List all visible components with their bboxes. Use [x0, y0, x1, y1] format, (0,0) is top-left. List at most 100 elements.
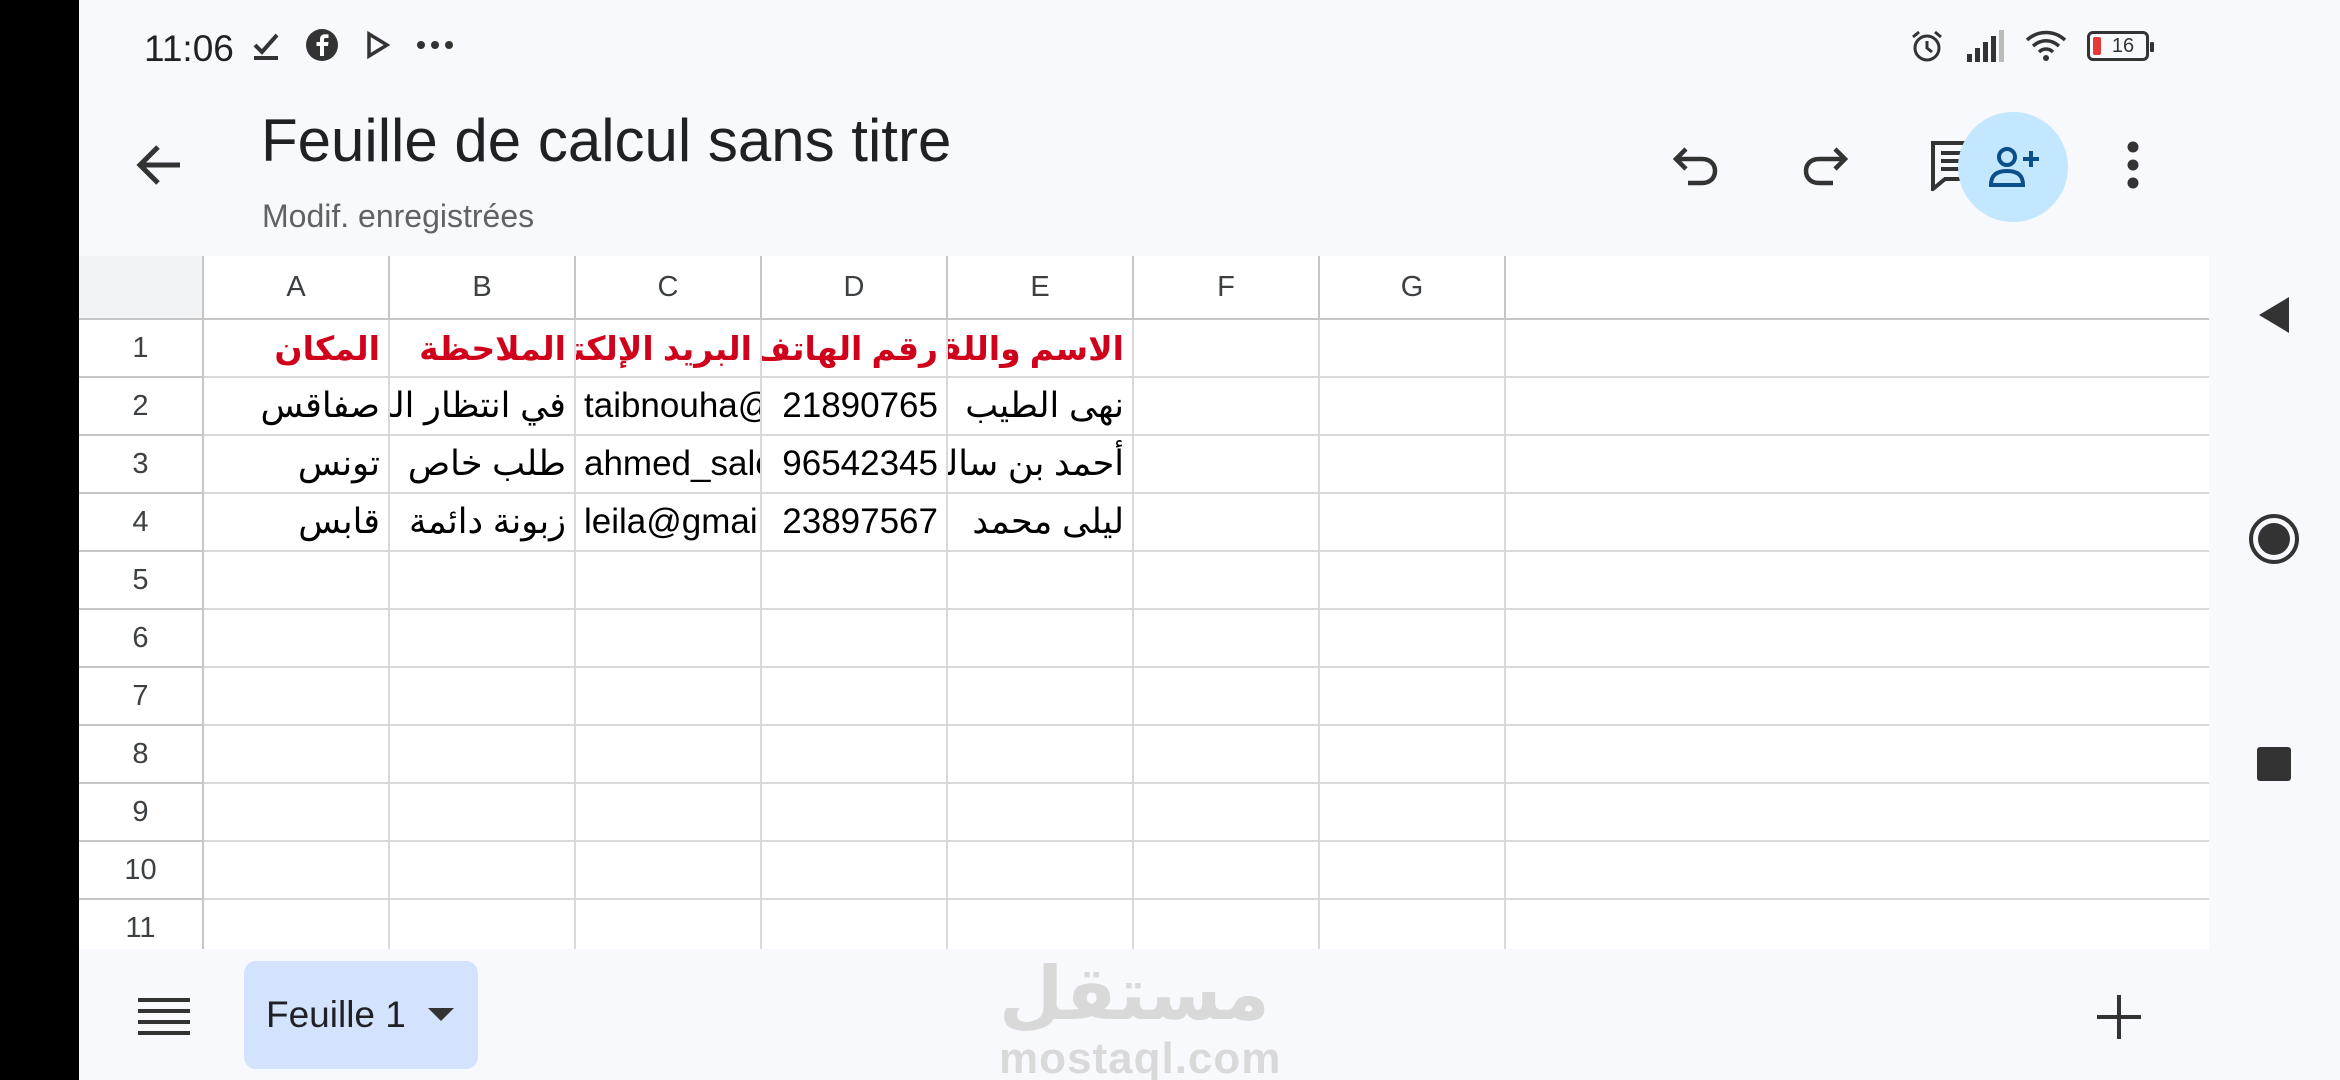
row-header-9[interactable]: 9 [79, 784, 204, 842]
cell-a6[interactable] [204, 610, 390, 668]
cell-d7[interactable] [762, 668, 948, 726]
row-header-4[interactable]: 4 [79, 494, 204, 552]
cell-d5[interactable] [762, 552, 948, 610]
cell-b2[interactable]: في انتظار الدفع [390, 378, 576, 436]
cell-e9[interactable] [948, 784, 1134, 842]
cell-g2[interactable] [1320, 378, 1506, 436]
cell-c1[interactable]: البريد الإلكتروني [576, 320, 762, 378]
nav-home-button[interactable] [2244, 509, 2304, 569]
cell-e11[interactable] [948, 900, 1134, 949]
cell-f6[interactable] [1134, 610, 1320, 668]
cell-g7[interactable] [1320, 668, 1506, 726]
cell-d11[interactable] [762, 900, 948, 949]
cell-g4[interactable] [1320, 494, 1506, 552]
row-header-8[interactable]: 8 [79, 726, 204, 784]
cell-e5[interactable] [948, 552, 1134, 610]
add-sheet-button[interactable] [2089, 987, 2149, 1047]
cell-a1[interactable]: المكان [204, 320, 390, 378]
cell-e7[interactable] [948, 668, 1134, 726]
column-header-g[interactable]: G [1320, 256, 1506, 320]
cell-b9[interactable] [390, 784, 576, 842]
column-header-d[interactable]: D [762, 256, 948, 320]
cell-e2[interactable]: نهى الطيب [948, 378, 1134, 436]
cell-f8[interactable] [1134, 726, 1320, 784]
row-header-5[interactable]: 5 [79, 552, 204, 610]
cell-g1[interactable] [1320, 320, 1506, 378]
row-header-6[interactable]: 6 [79, 610, 204, 668]
cell-e3[interactable]: أحمد بن سالم [948, 436, 1134, 494]
cell-f2[interactable] [1134, 378, 1320, 436]
cell-c9[interactable] [576, 784, 762, 842]
row-header-11[interactable]: 11 [79, 900, 204, 949]
redo-button[interactable] [1791, 130, 1861, 200]
cell-a10[interactable] [204, 842, 390, 900]
row-header-2[interactable]: 2 [79, 378, 204, 436]
cell-c10[interactable] [576, 842, 762, 900]
column-header-a[interactable]: A [204, 256, 390, 320]
cell-g5[interactable] [1320, 552, 1506, 610]
cell-e6[interactable] [948, 610, 1134, 668]
cell-f11[interactable] [1134, 900, 1320, 949]
cell-d9[interactable] [762, 784, 948, 842]
cell-c11[interactable] [576, 900, 762, 949]
row-header-10[interactable]: 10 [79, 842, 204, 900]
cell-d4[interactable]: 23897567 [762, 494, 948, 552]
cell-c3[interactable]: ahmed_salem@ [576, 436, 762, 494]
cell-b1[interactable]: الملاحظة [390, 320, 576, 378]
cell-f3[interactable] [1134, 436, 1320, 494]
cell-e10[interactable] [948, 842, 1134, 900]
cell-e8[interactable] [948, 726, 1134, 784]
cell-g6[interactable] [1320, 610, 1506, 668]
cell-g10[interactable] [1320, 842, 1506, 900]
undo-button[interactable] [1660, 130, 1730, 200]
cell-c6[interactable] [576, 610, 762, 668]
cell-d2[interactable]: 21890765 [762, 378, 948, 436]
cell-f4[interactable] [1134, 494, 1320, 552]
cell-f1[interactable] [1134, 320, 1320, 378]
cell-a9[interactable] [204, 784, 390, 842]
cell-c5[interactable] [576, 552, 762, 610]
cell-d8[interactable] [762, 726, 948, 784]
column-header-b[interactable]: B [390, 256, 576, 320]
column-header-e[interactable]: E [948, 256, 1134, 320]
cell-a2[interactable]: صفاقس [204, 378, 390, 436]
cell-a3[interactable]: تونس [204, 436, 390, 494]
cell-d6[interactable] [762, 610, 948, 668]
cell-f7[interactable] [1134, 668, 1320, 726]
back-button[interactable] [124, 130, 194, 200]
share-button[interactable] [1958, 112, 2068, 222]
cell-b3[interactable]: طلب خاص [390, 436, 576, 494]
sheet-tab[interactable]: Feuille 1 [244, 961, 478, 1069]
cell-a8[interactable] [204, 726, 390, 784]
cell-d10[interactable] [762, 842, 948, 900]
document-title[interactable]: Feuille de calcul sans titre [261, 106, 951, 175]
cell-d1[interactable]: رقم الهاتف [762, 320, 948, 378]
cell-f10[interactable] [1134, 842, 1320, 900]
cell-g8[interactable] [1320, 726, 1506, 784]
cell-g9[interactable] [1320, 784, 1506, 842]
sheets-list-button[interactable] [134, 987, 194, 1047]
cell-c4[interactable]: leila@gmail.fr [576, 494, 762, 552]
more-options-button[interactable] [2098, 130, 2168, 200]
cell-c2[interactable]: taibnouha@yahoo [576, 378, 762, 436]
row-header-3[interactable]: 3 [79, 436, 204, 494]
cell-a11[interactable] [204, 900, 390, 949]
cell-a7[interactable] [204, 668, 390, 726]
cell-e4[interactable]: ليلى محمد [948, 494, 1134, 552]
cell-b6[interactable] [390, 610, 576, 668]
cell-a5[interactable] [204, 552, 390, 610]
cell-d3[interactable]: 96542345 [762, 436, 948, 494]
cell-b8[interactable] [390, 726, 576, 784]
cell-c8[interactable] [576, 726, 762, 784]
cell-b7[interactable] [390, 668, 576, 726]
cell-b5[interactable] [390, 552, 576, 610]
column-header-c[interactable]: C [576, 256, 762, 320]
cell-f5[interactable] [1134, 552, 1320, 610]
cell-e1[interactable]: الاسم واللقب [948, 320, 1134, 378]
cell-b10[interactable] [390, 842, 576, 900]
cell-b11[interactable] [390, 900, 576, 949]
cell-g3[interactable] [1320, 436, 1506, 494]
cell-f9[interactable] [1134, 784, 1320, 842]
nav-recents-button[interactable] [2244, 734, 2304, 794]
cell-b4[interactable]: زبونة دائمة [390, 494, 576, 552]
